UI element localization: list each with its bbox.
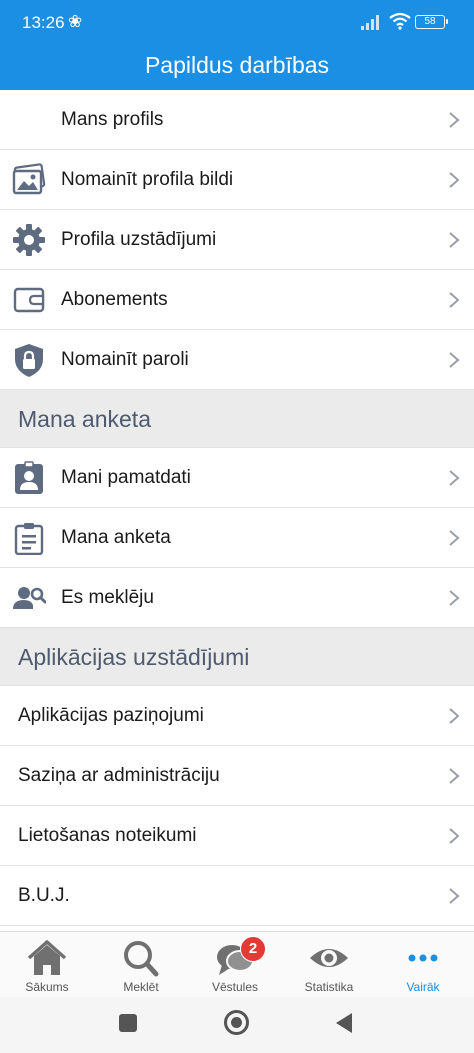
chevron-right-icon (449, 172, 460, 188)
nav-item-statistics[interactable]: Statistika (282, 932, 376, 998)
menu-item-label: Profila uzstādījumi (61, 229, 217, 250)
menu-item-label: Mana anketa (61, 527, 171, 548)
menu-item-label: Nomainīt paroli (61, 349, 189, 370)
menu-item-label: Aplikācijas paziņojumi (18, 705, 204, 726)
page-title: Papildus darbības (0, 44, 474, 90)
menu-item-label: Saziņa ar administrāciju (18, 765, 220, 786)
fan-icon: ❀ (68, 12, 83, 31)
nav-item-more[interactable]: Vairāk (376, 932, 470, 998)
chevron-right-icon (449, 112, 460, 128)
wifi-icon (389, 12, 411, 30)
nav-label: Vēstules (211, 980, 259, 994)
chevron-right-icon (449, 590, 460, 606)
status-bar: 13:26 ❀ 58 (0, 0, 474, 44)
menu-item-profile-settings[interactable]: Profila uzstādījumi (0, 210, 474, 270)
section-header-app-settings: Aplikācijas uzstādījumi (0, 628, 474, 686)
more-icon (408, 954, 438, 962)
bottom-nav: Sākums Meklēt 2 Vēstules Statistika Vair… (0, 931, 474, 997)
menu-item-my-questionnaire[interactable]: Mana anketa (0, 508, 474, 568)
menu-item-label: Mani pamatdati (61, 467, 191, 488)
status-time: 13:26 (22, 13, 65, 32)
clipboard-icon (14, 523, 44, 555)
menu-item-label: Mans profils (61, 109, 164, 130)
menu-item-subscription[interactable]: Abonements (0, 270, 474, 330)
nav-item-home[interactable]: Sākums (0, 932, 94, 998)
nav-item-search[interactable]: Meklēt (94, 932, 188, 998)
home-icon (27, 940, 67, 975)
eye-icon (310, 949, 348, 967)
chevron-right-icon (449, 470, 460, 486)
nav-label: Vairāk (406, 980, 440, 994)
chevron-right-icon (449, 888, 460, 904)
battery-icon: 58 (415, 15, 448, 29)
shield-lock-icon (15, 344, 43, 377)
settings-list: Mans profils Nomainīt profila bildi Prof… (0, 90, 474, 926)
chevron-right-icon (449, 352, 460, 368)
menu-item-contact-admin[interactable]: Saziņa ar administrāciju (0, 746, 474, 806)
menu-item-label: Lietošanas noteikumi (18, 825, 197, 846)
chevron-right-icon (449, 768, 460, 784)
wallet-icon (13, 287, 45, 313)
chevron-right-icon (449, 708, 460, 724)
back-button[interactable] (334, 1012, 354, 1034)
nav-label: Meklēt (123, 980, 159, 994)
search-icon (124, 941, 159, 977)
picture-icon (12, 163, 46, 195)
signal-icon (361, 15, 379, 30)
nav-item-messages[interactable]: 2 Vēstules (188, 932, 282, 998)
system-nav-bar (0, 997, 474, 1053)
menu-item-my-profile[interactable]: Mans profils (0, 90, 474, 150)
menu-item-app-notifications[interactable]: Aplikācijas paziņojumi (0, 686, 474, 746)
menu-item-basic-data[interactable]: Mani pamatdati (0, 448, 474, 508)
chevron-right-icon (449, 828, 460, 844)
menu-item-label: Abonements (61, 289, 168, 310)
section-header-anketa: Mana anketa (0, 390, 474, 448)
menu-item-change-photo[interactable]: Nomainīt profila bildi (0, 150, 474, 210)
chevron-right-icon (449, 530, 460, 546)
menu-item-label: B.U.J. (18, 885, 70, 906)
id-badge-icon (15, 461, 43, 494)
menu-item-label: Nomainīt profila bildi (61, 169, 234, 190)
menu-item-terms-of-use[interactable]: Lietošanas noteikumi (0, 806, 474, 866)
chevron-right-icon (449, 232, 460, 248)
menu-item-change-password[interactable]: Nomainīt paroli (0, 330, 474, 390)
section-title: Mana anketa (18, 406, 151, 432)
recent-apps-button[interactable] (119, 1014, 137, 1032)
nav-label: Sākums (25, 980, 69, 994)
unread-badge: 2 (240, 936, 266, 962)
menu-item-faq[interactable]: B.U.J. (0, 866, 474, 926)
gear-icon (13, 224, 45, 256)
section-title: Aplikācijas uzstādījumi (18, 644, 250, 670)
user-search-icon (13, 587, 46, 609)
menu-item-label: Es meklēju (61, 587, 154, 608)
nav-label: Statistika (304, 980, 354, 994)
chevron-right-icon (449, 292, 460, 308)
menu-item-looking-for[interactable]: Es meklēju (0, 568, 474, 628)
home-button[interactable] (224, 1010, 249, 1035)
